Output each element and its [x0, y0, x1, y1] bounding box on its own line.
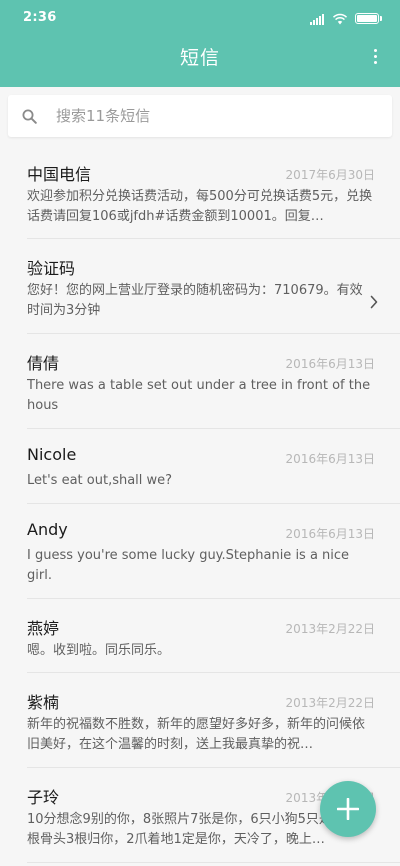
conversation-date: 2016年6月13日: [285, 527, 375, 541]
chevron-right-icon[interactable]: [370, 295, 378, 309]
conversation-preview: 欢迎参加积分兑换话费活动，每500分可兑换话费5元，兑换话费请回复106或jfd…: [27, 189, 373, 224]
conversation-item[interactable]: 燕婷 2013年2月22日 嗯。收到啦。同乐同乐。: [27, 599, 400, 673]
search-icon: [22, 109, 37, 124]
conversation-name: Nicole: [27, 445, 77, 464]
page-title: 短信: [179, 47, 220, 69]
conversation-name: 中国电信: [27, 165, 92, 184]
search-bar[interactable]: [8, 95, 392, 137]
search-input[interactable]: [56, 95, 376, 137]
conversation-item[interactable]: 验证码 您好！您的网上营业厅登录的随机密码为：710679。有效时间为3分钟: [27, 239, 400, 334]
conversation-item[interactable]: Nicole 2016年6月13日 Let's eat out,shall we…: [27, 429, 400, 504]
conversation-preview: I guess you're some lucky guy.Stephanie …: [27, 548, 350, 583]
conversation-preview: 您好！您的网上营业厅登录的随机密码为：710679。有效时间为3分钟: [27, 283, 363, 318]
conversation-date: 2016年6月13日: [285, 357, 375, 371]
conversation-preview: Let's eat out,shall we?: [27, 473, 173, 488]
conversation-name: 倩倩: [27, 354, 60, 373]
signal-icon: [310, 14, 324, 25]
conversation-name: 子玲: [27, 788, 60, 807]
conversation-preview: 嗯。收到啦。同乐同乐。: [27, 643, 171, 658]
battery-icon: [355, 13, 382, 24]
conversation-preview: There was a table set out under a tree i…: [27, 378, 371, 413]
conversation-preview: 新年的祝福数不胜数，新年的愿望好多好多，新年的问候依旧美好，在这个温馨的时刻，送…: [27, 717, 366, 752]
conversation-item[interactable]: 中国电信 2017年6月30日 欢迎参加积分兑换话费活动，每500分可兑换话费5…: [27, 145, 400, 239]
conversation-item[interactable]: Andy 2016年6月13日 I guess you're some luck…: [27, 504, 400, 599]
status-icons: [310, 11, 382, 25]
conversation-name: 紫楠: [27, 693, 60, 712]
more-vertical-icon[interactable]: [372, 49, 378, 67]
conversation-list[interactable]: 中国电信 2017年6月30日 欢迎参加积分兑换话费活动，每500分可兑换话费5…: [0, 145, 400, 866]
conversation-date: 2013年2月22日: [285, 696, 375, 710]
conversation-date: 2016年6月13日: [285, 452, 375, 466]
conversation-name: Andy: [27, 520, 68, 539]
conversation-name: 验证码: [27, 259, 76, 278]
conversation-item[interactable]: 紫楠 2013年2月22日 新年的祝福数不胜数，新年的愿望好多好多，新年的问候依…: [27, 673, 400, 768]
conversation-name: 燕婷: [27, 619, 60, 638]
conversation-date: 2013年2月22日: [285, 622, 375, 636]
app-header: 2:36 短信: [0, 0, 400, 87]
wifi-icon: [333, 13, 347, 25]
new-message-button[interactable]: [320, 781, 376, 837]
status-time: 2:36: [23, 10, 57, 25]
plus-icon: [337, 798, 359, 820]
conversation-item[interactable]: 倩倩 2016年6月13日 There was a table set out …: [27, 334, 400, 429]
battery-level: [357, 15, 377, 22]
conversation-date: 2017年6月30日: [285, 168, 375, 182]
status-bar: 2:36: [0, 0, 400, 36]
